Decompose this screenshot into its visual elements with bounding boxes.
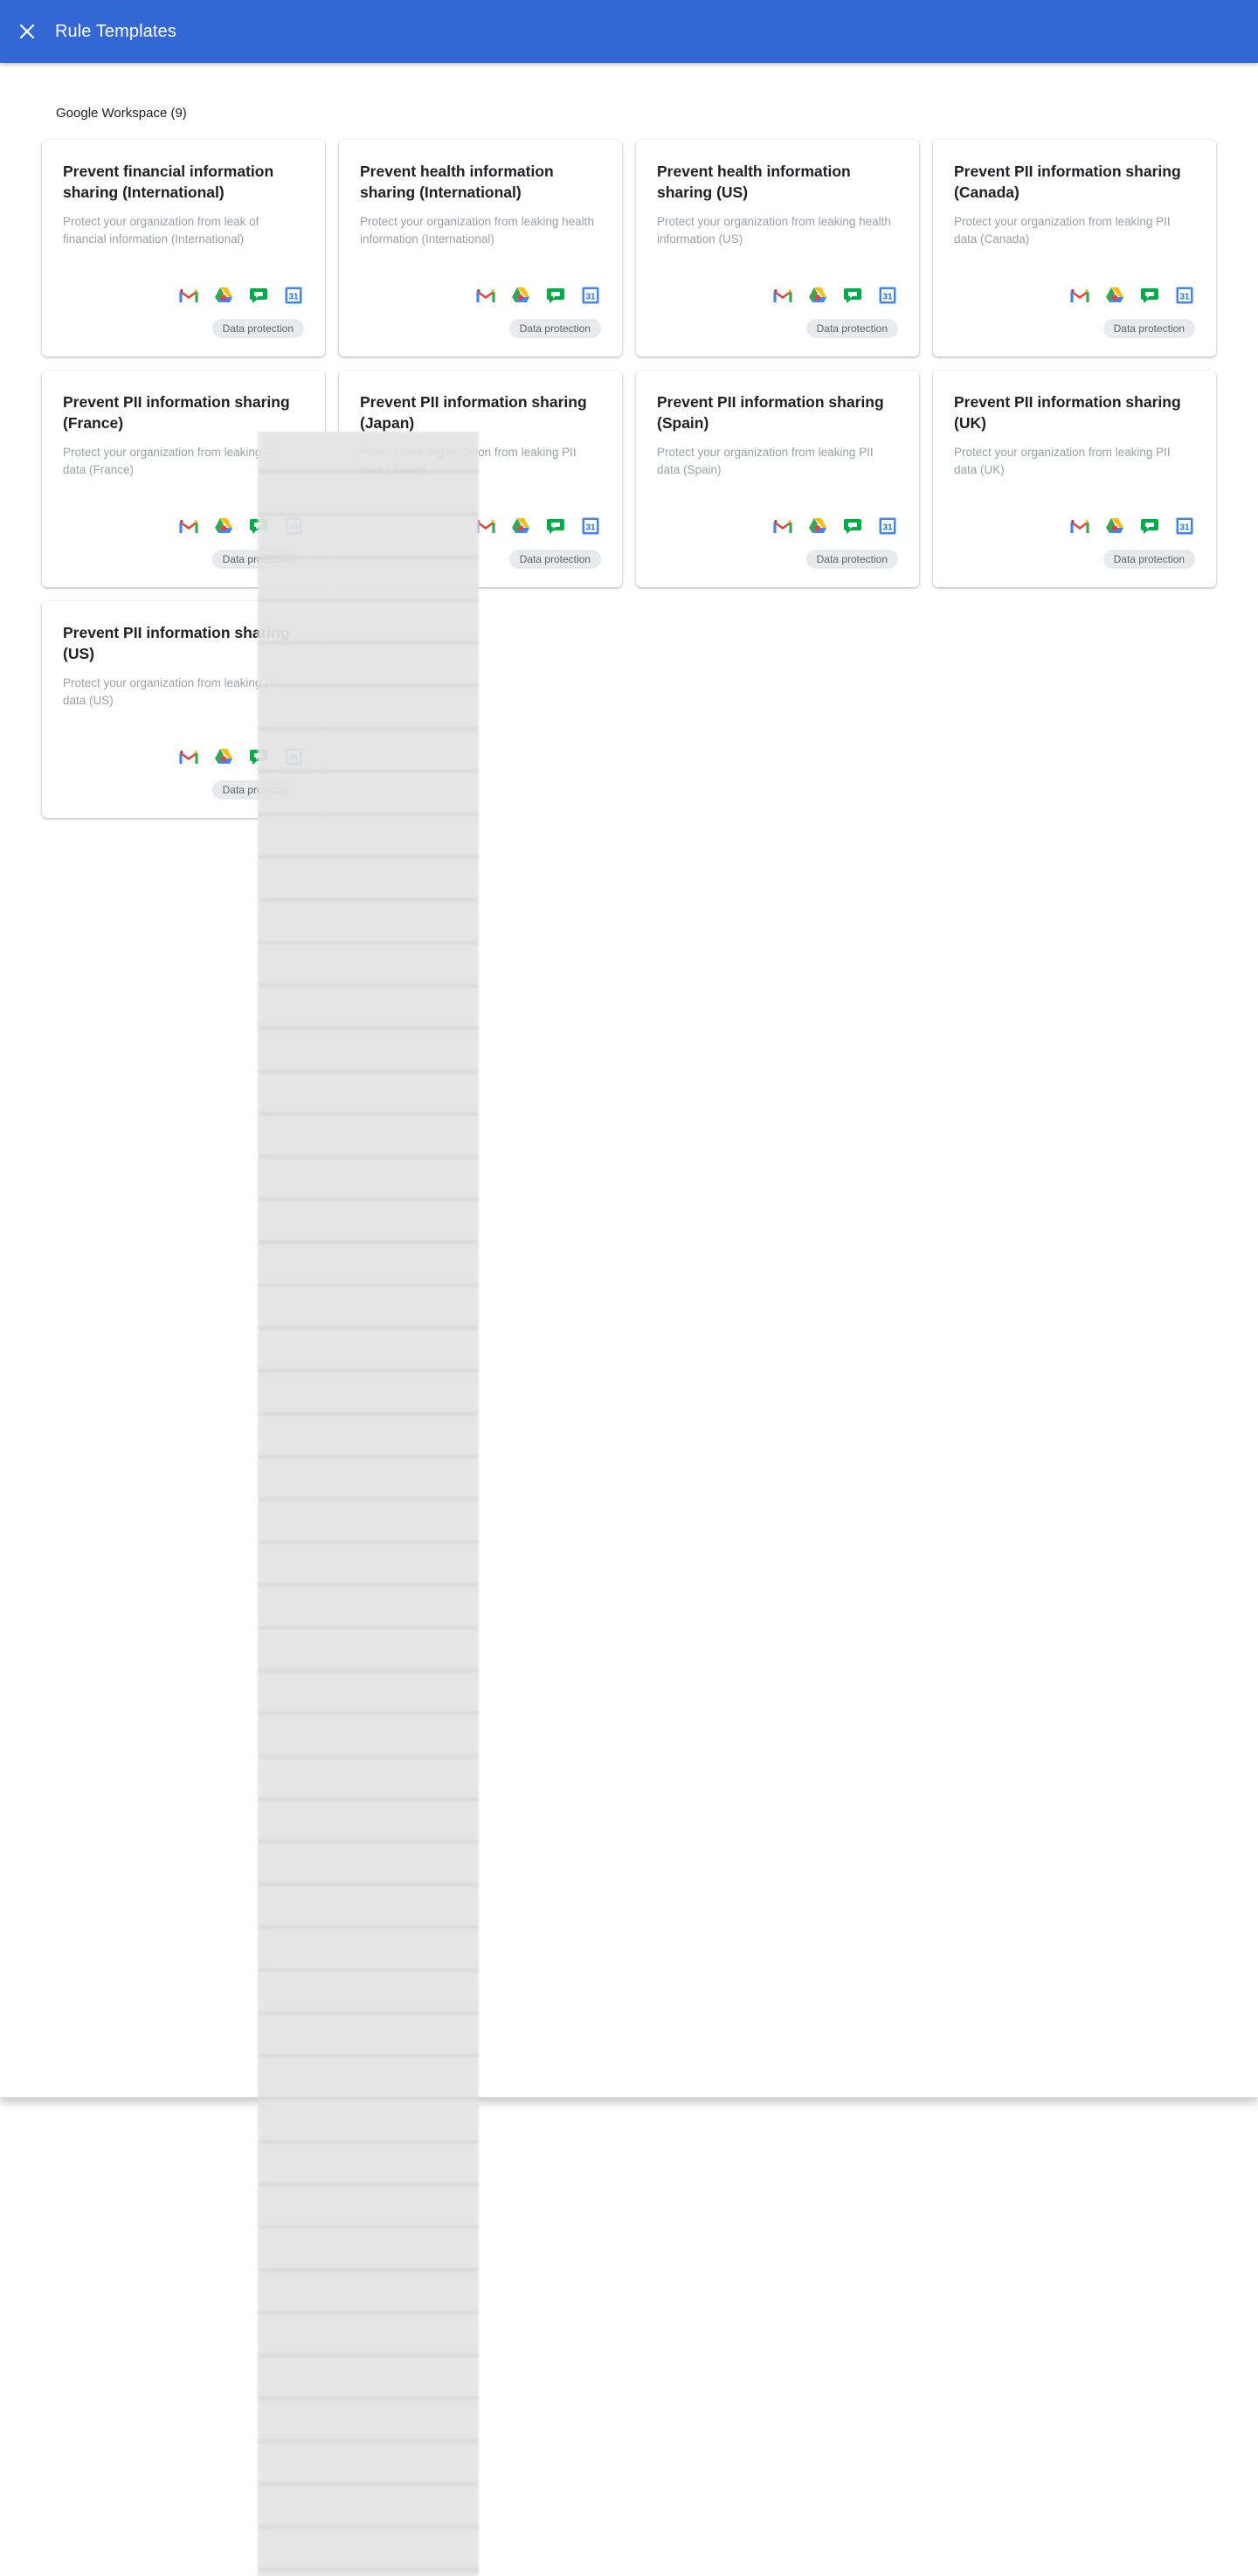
chat-icon (1139, 516, 1160, 537)
calendar-icon: 31 (1174, 285, 1195, 306)
category-badge: Data protection (508, 319, 601, 338)
drive-icon (1104, 285, 1125, 306)
drive-icon (1104, 516, 1125, 537)
svg-text:31: 31 (585, 523, 596, 533)
category-badge: Data protection (805, 319, 898, 338)
template-grid: Prevent financial information sharing (I… (42, 140, 1216, 818)
blurred-overlay (258, 432, 479, 2576)
gmail-icon (178, 516, 199, 537)
card-title: Prevent PII information sharing (Canada) (954, 163, 1181, 201)
card-app-icons: 31 (772, 516, 898, 537)
card-title: Prevent financial information sharing (I… (63, 163, 274, 201)
calendar-icon: 31 (1174, 516, 1195, 537)
calendar-icon: 31 (877, 285, 898, 306)
drive-icon (510, 516, 531, 537)
category-badge: Data protection (1102, 319, 1195, 338)
calendar-icon: 31 (877, 516, 898, 537)
card-title: Prevent PII information sharing (Japan) (360, 393, 587, 432)
drive-icon (807, 516, 828, 537)
svg-text:31: 31 (288, 293, 299, 302)
close-button[interactable] (13, 17, 41, 45)
card-description: Protect your organization from leaking P… (954, 446, 1171, 476)
category-badge: Data protection (1102, 550, 1195, 569)
card-app-icons: 31 (1069, 285, 1195, 306)
card-app-icons: 31 (772, 285, 898, 306)
template-card[interactable]: Prevent PII information sharing (Spain) … (636, 370, 919, 587)
chat-icon (1139, 285, 1160, 306)
template-card[interactable]: Prevent financial information sharing (I… (42, 140, 325, 357)
template-card[interactable]: Prevent PII information sharing (UK) Pro… (933, 370, 1216, 587)
svg-text:31: 31 (882, 523, 893, 533)
calendar-icon: 31 (580, 516, 601, 537)
card-description: Protect your organization from leaking P… (657, 446, 874, 476)
gmail-icon (772, 516, 793, 537)
chat-icon (545, 285, 566, 306)
template-card[interactable]: Prevent health information sharing (Inte… (339, 140, 622, 357)
chat-icon (842, 285, 863, 306)
page-title: Rule Templates (55, 21, 176, 41)
section-heading: Google Workspace (9) (56, 106, 187, 121)
card-app-icons: 31 (475, 516, 601, 537)
card-description: Protect your organization from leak of f… (63, 215, 259, 246)
card-app-icons: 31 (178, 285, 304, 306)
drive-icon (807, 285, 828, 306)
svg-text:31: 31 (882, 293, 893, 302)
drive-icon (213, 516, 234, 537)
svg-text:31: 31 (1179, 523, 1190, 533)
close-icon (19, 24, 35, 39)
category-badge: Data protection (805, 550, 898, 569)
card-title: Prevent health information sharing (Inte… (360, 163, 554, 201)
card-description: Protect your organization from leaking h… (360, 215, 594, 246)
drive-icon (213, 746, 234, 767)
category-badge: Data protection (211, 319, 304, 338)
calendar-icon: 31 (283, 285, 304, 306)
gmail-icon (178, 746, 199, 767)
template-card[interactable]: Prevent health information sharing (US) … (636, 140, 919, 357)
chat-icon (545, 516, 566, 537)
drive-icon (213, 285, 234, 306)
chat-icon (842, 516, 863, 537)
gmail-icon (475, 285, 496, 306)
card-app-icons: 31 (1069, 516, 1195, 537)
templates-panel: Google Workspace (9) Prevent financial i… (0, 0, 1258, 2097)
svg-text:31: 31 (1179, 293, 1190, 302)
gmail-icon (178, 285, 199, 306)
calendar-icon: 31 (580, 285, 601, 306)
card-description: Protect your organization from leaking h… (657, 215, 891, 246)
card-app-icons: 31 (475, 285, 601, 306)
app-header: Rule Templates (0, 0, 1258, 63)
svg-text:31: 31 (585, 293, 596, 302)
gmail-icon (1069, 285, 1090, 306)
gmail-icon (1069, 516, 1090, 537)
card-description: Protect your organization from leaking P… (954, 215, 1171, 246)
card-title: Prevent PII information sharing (Spain) (657, 393, 884, 432)
card-title: Prevent health information sharing (US) (657, 163, 851, 201)
template-card[interactable]: Prevent PII information sharing (Canada)… (933, 140, 1216, 357)
card-title: Prevent PII information sharing (France) (63, 393, 290, 432)
card-title: Prevent PII information sharing (UK) (954, 393, 1181, 432)
drive-icon (510, 285, 531, 306)
category-badge: Data protection (508, 550, 601, 569)
gmail-icon (772, 285, 793, 306)
chat-icon (248, 285, 269, 306)
